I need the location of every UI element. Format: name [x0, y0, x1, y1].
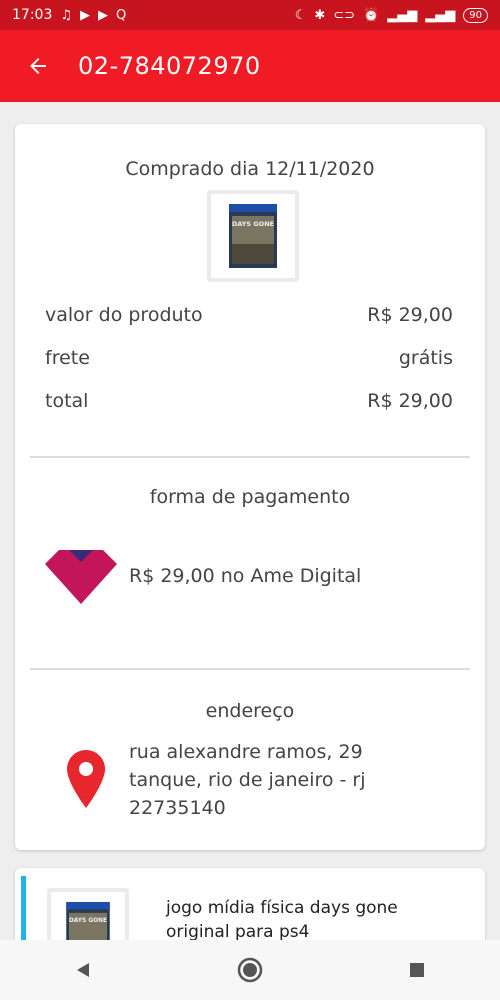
payment-section-title: forma de pagamento — [149, 486, 351, 508]
bluetooth-icon: ✱ — [314, 7, 326, 23]
product-thumbnail[interactable]: DAYS GONE — [207, 190, 299, 282]
total-value: R$ 29,00 — [367, 390, 453, 412]
divider — [30, 668, 470, 670]
item-title: jogo mídia física days gone original par… — [166, 898, 398, 942]
location-pin-icon — [67, 750, 105, 812]
page-title: 02-784072970 — [78, 52, 261, 80]
price-value: R$ 29,00 — [367, 304, 453, 326]
youtube-icon-2: ▶ — [98, 7, 109, 23]
youtube-icon: ▶ — [80, 7, 91, 23]
status-left: 17:03 ♫ ▶ ▶ Q — [12, 7, 126, 23]
nav-home-button[interactable] — [220, 945, 280, 995]
payment-method-text: R$ 29,00 no Ame Digital — [129, 565, 362, 587]
moon-icon: ☾ — [294, 7, 307, 23]
ame-digital-logo-icon — [45, 550, 117, 608]
signal-icon: ▂▄▆ — [387, 7, 418, 23]
battery-icon: 90 — [463, 7, 488, 23]
nav-back-icon — [77, 963, 90, 977]
status-time: 17:03 — [12, 7, 53, 23]
status-bar: 17:03 ♫ ▶ ▶ Q ☾ ✱ ⊂⊃ ⏰ ▂▄▆ ▂▄▆ 90 — [0, 0, 500, 30]
shipping-value: grátis — [398, 347, 453, 369]
address-line-1: rua alexandre ramos, 29 — [129, 741, 363, 763]
game-cover-image: DAYS GONE — [229, 204, 277, 268]
shipping-row: frete grátis — [45, 347, 453, 369]
order-details-card: Comprado dia 12/11/2020 DAYS GONE valor … — [15, 124, 485, 850]
system-nav-bar — [0, 940, 500, 1000]
nav-recents-icon — [409, 963, 424, 977]
purchase-date: Comprado dia 12/11/2020 — [125, 158, 375, 180]
app-bar: 02-784072970 — [0, 30, 500, 102]
price-label: valor do produto — [45, 304, 203, 326]
total-label: total — [45, 390, 89, 412]
divider — [30, 456, 470, 458]
alarm-icon: ⏰ — [363, 7, 380, 23]
signal-icon-2: ▂▄▆ — [425, 7, 456, 23]
nav-recents-button[interactable] — [387, 945, 447, 995]
toggle-icon: ⊂⊃ — [333, 7, 356, 23]
status-right: ☾ ✱ ⊂⊃ ⏰ ▂▄▆ ▂▄▆ 90 — [294, 7, 488, 23]
music-note-icon: ♫ — [60, 7, 73, 23]
q-app-icon: Q — [116, 7, 127, 23]
address-section-title: endereço — [205, 700, 295, 722]
shipping-label: frete — [45, 347, 90, 369]
price-row: valor do produto R$ 29,00 — [45, 304, 453, 326]
address-line-3: 22735140 — [129, 797, 226, 819]
nav-back-button[interactable] — [53, 945, 113, 995]
total-row: total R$ 29,00 — [45, 390, 453, 412]
game-cover-title: DAYS GONE — [232, 220, 274, 228]
back-arrow-icon[interactable] — [20, 48, 56, 84]
delivery-address: rua alexandre ramos, 29 tanque, rio de j… — [129, 738, 366, 822]
game-cover-title-small: DAYS GONE — [69, 918, 107, 924]
nav-home-icon — [237, 957, 263, 983]
address-line-2: tanque, rio de janeiro - rj — [129, 769, 366, 791]
